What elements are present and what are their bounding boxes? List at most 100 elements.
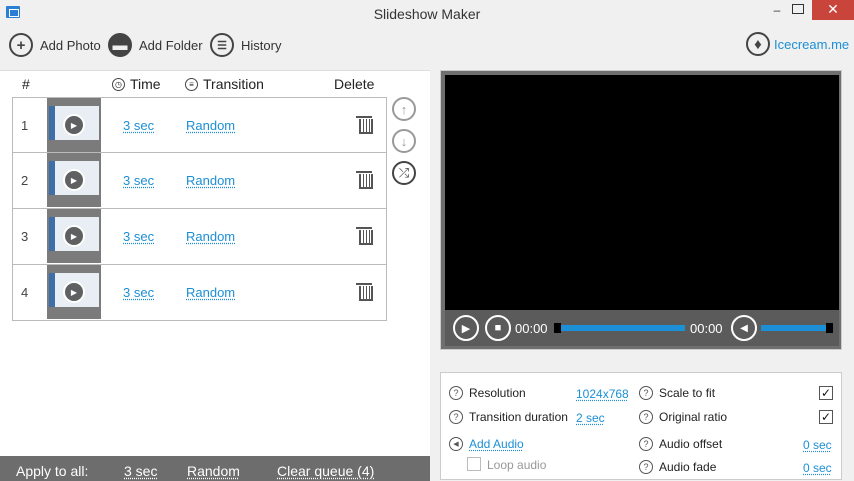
row-time-link[interactable]: 3 sec <box>123 118 154 133</box>
move-down-icon[interactable]: ↓ <box>392 129 416 153</box>
play-icon[interactable]: ▶ <box>63 281 85 303</box>
row-time-link[interactable]: 3 sec <box>123 229 154 244</box>
resolution-label: Resolution <box>469 386 526 400</box>
help-icon[interactable]: ? <box>449 386 463 400</box>
row-number: 2 <box>21 173 29 188</box>
seek-bar[interactable] <box>557 325 685 331</box>
audio-offset-link[interactable]: 0 sec <box>803 438 832 452</box>
trash-icon[interactable] <box>356 116 373 134</box>
transition-duration-row: ? Transition duration <box>449 410 568 424</box>
audio-fade-link[interactable]: 0 sec <box>803 461 832 475</box>
row-time-link[interactable]: 3 sec <box>123 173 154 188</box>
volume-icon[interactable]: ◀ <box>731 315 757 341</box>
move-up-icon[interactable]: ↑ <box>392 97 416 121</box>
icecream-logo-icon: ♦ <box>746 32 770 56</box>
header-time: ◷ Time <box>112 76 161 92</box>
apply-transition-link[interactable]: Random <box>187 463 240 479</box>
audio-fade-label: Audio fade <box>659 460 717 474</box>
clear-queue-link[interactable]: Clear queue (4) <box>277 463 374 479</box>
icecream-link-label: Icecream.me <box>774 36 850 52</box>
help-icon[interactable]: ? <box>639 437 653 451</box>
icecream-link[interactable]: ♦ Icecream.me <box>746 32 849 56</box>
header-transition-label: Transition <box>203 76 264 92</box>
slide-thumbnail[interactable]: ▶ <box>47 265 101 319</box>
scale-to-fit-label: Scale to fit <box>659 386 716 400</box>
row-transition-link[interactable]: Random <box>186 118 235 133</box>
volume-handle[interactable] <box>826 323 833 333</box>
window-title: Slideshow Maker <box>373 6 481 22</box>
toolbar: + Add Photo ▬ Add Folder ☰ History <box>0 28 854 66</box>
current-time: 00:00 <box>515 321 548 336</box>
table-row[interactable]: 2 ▶ 3 sec Random <box>12 153 387 209</box>
transition-duration-link[interactable]: 2 sec <box>576 411 605 425</box>
trash-icon[interactable] <box>356 171 373 189</box>
add-photo-label: Add Photo <box>40 37 101 53</box>
header-delete: Delete <box>334 76 375 92</box>
resolution-link[interactable]: 1024x768 <box>576 387 629 401</box>
apply-time-link[interactable]: 3 sec <box>124 463 157 479</box>
slide-thumbnail[interactable]: ▶ <box>47 98 101 152</box>
slide-rows: 1 ▶ 3 sec Random 2 ▶ 3 sec Random 3 ▶ 3 … <box>12 97 387 321</box>
player-controls: ▶ ■ 00:00 00:00 ◀ <box>445 310 839 346</box>
row-transition-link[interactable]: Random <box>186 173 235 188</box>
slide-thumbnail[interactable]: ▶ <box>47 209 101 263</box>
plus-icon: + <box>9 33 33 57</box>
table-row[interactable]: 1 ▶ 3 sec Random <box>12 97 387 153</box>
help-icon[interactable]: ? <box>449 410 463 424</box>
help-icon[interactable]: ? <box>639 386 653 400</box>
seek-handle[interactable] <box>554 323 561 333</box>
shuffle-icon[interactable]: ⤮ <box>392 161 416 185</box>
original-ratio-checkbox[interactable]: ✓ <box>819 410 833 424</box>
play-icon[interactable]: ▶ <box>63 169 85 191</box>
audio-offset-row: ? Audio offset <box>639 437 722 451</box>
table-row[interactable]: 3 ▶ 3 sec Random <box>12 209 387 265</box>
add-audio-link[interactable]: Add Audio <box>469 437 524 451</box>
row-transition-link[interactable]: Random <box>186 229 235 244</box>
row-transition-link[interactable]: Random <box>186 285 235 300</box>
history-button[interactable]: ☰ History <box>210 32 281 58</box>
minimize-button[interactable]: – <box>766 2 788 20</box>
apply-to-all-label: Apply to all: <box>16 463 89 479</box>
play-icon[interactable]: ▶ <box>63 225 85 247</box>
original-ratio-row: ? Original ratio <box>639 410 727 424</box>
add-audio-row: ◀ Add Audio <box>449 437 524 451</box>
loop-audio-label: Loop audio <box>487 458 547 472</box>
help-icon[interactable]: ? <box>639 410 653 424</box>
row-number: 1 <box>21 118 29 133</box>
video-player: ▶ ■ 00:00 00:00 ◀ <box>440 70 842 350</box>
header-time-label: Time <box>130 76 161 92</box>
add-photo-button[interactable]: + Add Photo <box>9 32 101 58</box>
help-icon[interactable]: ? <box>639 460 653 474</box>
row-number: 4 <box>21 285 29 300</box>
clock-icon: ◷ <box>112 77 125 91</box>
table-row[interactable]: 4 ▶ 3 sec Random <box>12 265 387 321</box>
transition-icon: ≡ <box>185 77 198 91</box>
scale-to-fit-row: ? Scale to fit <box>639 386 715 400</box>
audio-offset-label: Audio offset <box>659 437 723 451</box>
loop-audio-checkbox[interactable] <box>467 457 481 471</box>
history-label: History <box>241 37 282 53</box>
audio-fade-row: ? Audio fade <box>639 460 716 474</box>
list-icon: ☰ <box>210 33 234 57</box>
play-icon[interactable]: ▶ <box>63 114 85 136</box>
row-time-link[interactable]: 3 sec <box>123 285 154 300</box>
header-transition: ≡ Transition <box>185 76 264 92</box>
slide-list-panel: # ◷ Time ≡ Transition Delete 1 ▶ 3 sec R… <box>0 70 430 481</box>
title-bar: Slideshow Maker – ✕ <box>0 0 854 28</box>
table-header: # ◷ Time ≡ Transition Delete <box>0 71 430 97</box>
video-preview[interactable] <box>445 75 839 310</box>
add-folder-button[interactable]: ▬ Add Folder <box>108 32 203 58</box>
stop-icon[interactable]: ■ <box>485 315 511 341</box>
scale-to-fit-checkbox[interactable]: ✓ <box>819 386 833 400</box>
transition-duration-label: Transition duration <box>469 410 568 424</box>
apply-to-all-bar: Apply to all: 3 sec Random Clear queue (… <box>0 456 430 481</box>
slide-thumbnail[interactable]: ▶ <box>47 153 101 207</box>
add-folder-label: Add Folder <box>139 37 203 53</box>
total-time: 00:00 <box>690 321 723 336</box>
volume-bar[interactable] <box>761 325 829 331</box>
trash-icon[interactable] <box>356 283 373 301</box>
close-button[interactable]: ✕ <box>812 0 854 20</box>
maximize-button[interactable] <box>792 4 804 14</box>
trash-icon[interactable] <box>356 227 373 245</box>
play-icon[interactable]: ▶ <box>453 315 479 341</box>
